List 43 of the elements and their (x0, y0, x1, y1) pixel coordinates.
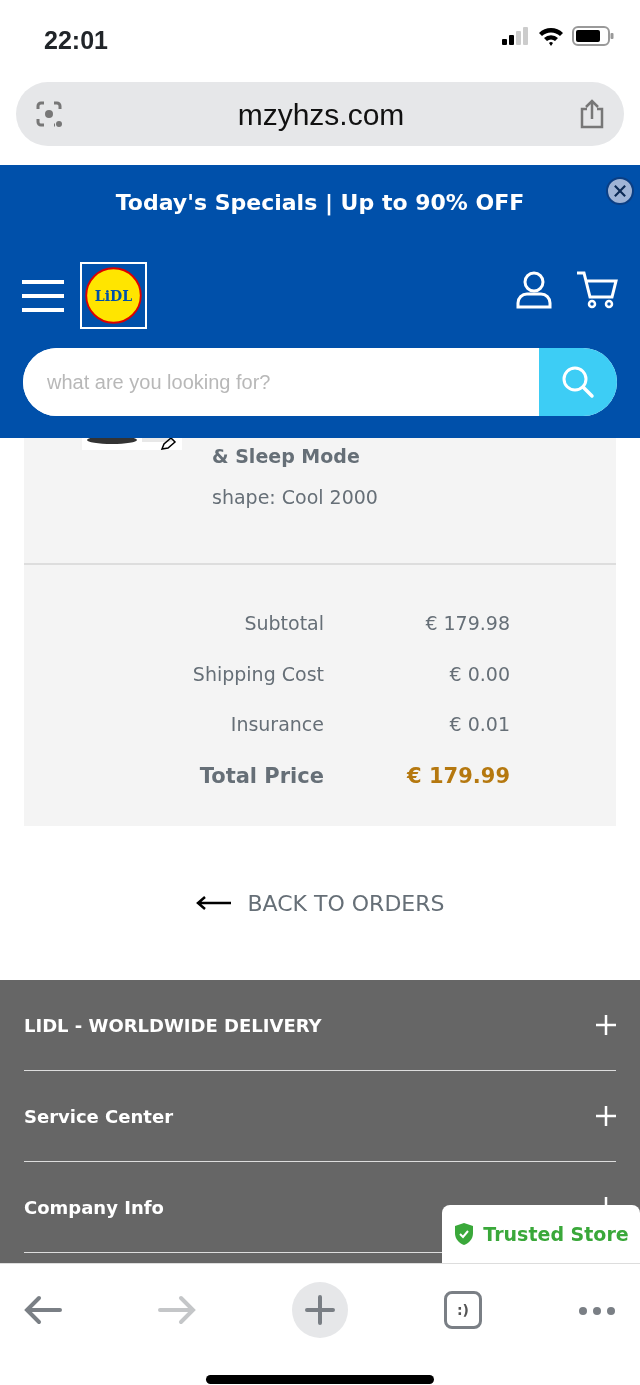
footer-section-title: Company Info (24, 1195, 164, 1220)
back-icon (24, 1295, 62, 1325)
search-field[interactable]: what are you looking for? (23, 348, 617, 416)
more-icon (578, 1305, 616, 1316)
battery-icon (572, 26, 614, 46)
trusted-store-toast[interactable]: Trusted Store (442, 1205, 640, 1263)
wifi-icon (538, 26, 564, 46)
logo[interactable]: LiDL (80, 262, 147, 329)
summary-label: Insurance (229, 712, 324, 737)
tabs-button[interactable]: :) (444, 1291, 482, 1329)
footer-section-title: Service Center (24, 1104, 174, 1129)
search-icon (561, 365, 595, 399)
search-button[interactable] (539, 348, 617, 416)
summary-label: Shipping Cost (191, 661, 324, 687)
back-to-orders-link[interactable]: BACK TO ORDERS (195, 886, 445, 920)
edit-icon[interactable] (160, 438, 178, 450)
plus-icon (305, 1295, 335, 1325)
total-label: Total Price (198, 762, 324, 790)
footer-section[interactable]: LIDL - WORLDWIDE DELIVERY (24, 980, 616, 1071)
share-icon[interactable] (578, 99, 606, 129)
back-button[interactable] (24, 1295, 62, 1325)
forward-icon (158, 1295, 196, 1325)
account-icon[interactable] (516, 271, 552, 309)
summary-value: € 0.00 (448, 661, 510, 687)
footer-section-title: LIDL - WORLDWIDE DELIVERY (24, 1013, 322, 1038)
summary-value: € 179.98 (424, 611, 510, 636)
summary-value: € 0.01 (448, 712, 510, 737)
lens-icon[interactable] (34, 99, 64, 129)
back-arrow-icon (195, 895, 232, 911)
url-text[interactable]: mzyhzs.com (237, 91, 405, 137)
summary-label: Subtotal (243, 611, 324, 636)
total-value: € 179.99 (405, 762, 510, 790)
clock-time: 22:01 (44, 25, 108, 56)
new-tab-button[interactable] (292, 1282, 348, 1338)
close-icon[interactable] (606, 177, 634, 205)
product-variant: shape: Cool 2000 (212, 484, 379, 510)
product-title: & Sleep Mode (212, 444, 361, 469)
promo-banner-text: Today's Specials | Up to 90% OFF (115, 189, 525, 218)
shield-check-icon (453, 1222, 476, 1246)
footer-section[interactable]: Service Center (24, 1071, 616, 1162)
cart-icon[interactable] (576, 270, 618, 310)
signal-icon (502, 27, 530, 45)
menu-icon[interactable] (22, 277, 64, 314)
